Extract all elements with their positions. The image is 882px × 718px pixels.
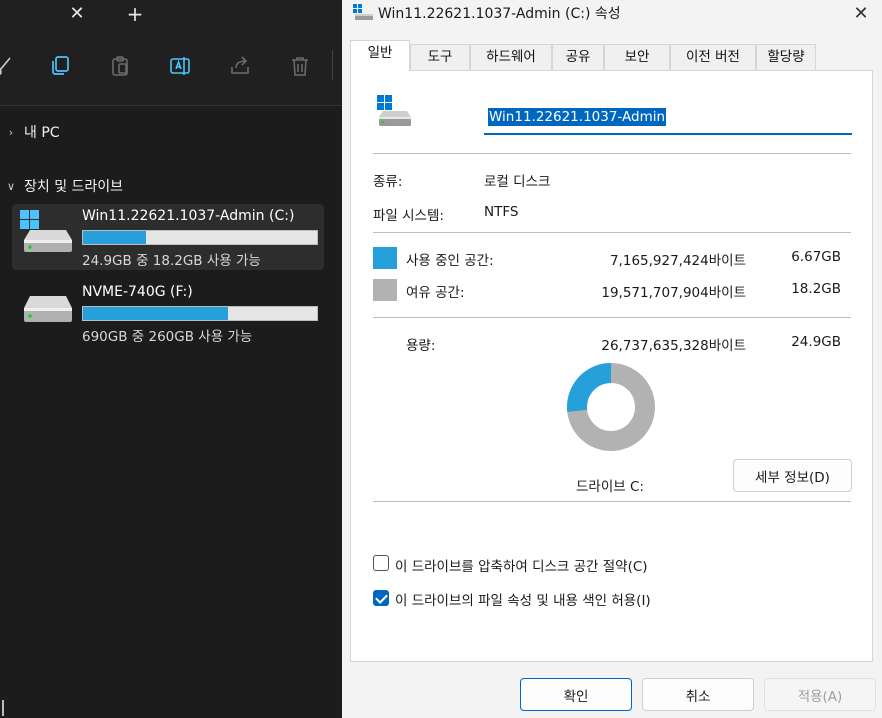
nav-item-this-pc[interactable]: › 내 PC: [0, 118, 60, 146]
capacity-label: 용량:: [406, 338, 436, 354]
text-cursor: [2, 700, 4, 716]
drive-name: Win11.22621.1037-Admin (C:): [82, 208, 295, 224]
drive-title-icon: [352, 4, 374, 22]
tab-previous-versions[interactable]: 이전 버전: [670, 44, 756, 70]
divider: [373, 501, 851, 502]
ok-button[interactable]: 확인: [520, 678, 632, 711]
windows-drive-icon: [373, 93, 413, 129]
divider: [373, 153, 851, 154]
drive-name-value: Win11.22621.1037-Admin: [488, 108, 667, 126]
file-explorer: ✕ + › 내 PC ∨ 장치 및 드라이브 Win11.22621.1037-…: [0, 0, 342, 718]
new-tab-icon[interactable]: +: [124, 3, 146, 25]
tab-bar: ✕ +: [0, 0, 342, 30]
drive-usage-bar: [82, 306, 318, 321]
drive-name-input[interactable]: Win11.22621.1037-Admin: [484, 102, 852, 135]
drive-usage-fill: [83, 231, 147, 244]
divider: [373, 232, 851, 233]
compress-drive-label[interactable]: 이 드라이브를 압축하여 디스크 공간 절약(C): [395, 555, 648, 575]
tab-quota[interactable]: 할당량: [756, 44, 816, 70]
chevron-right-icon: ›: [8, 125, 14, 139]
drive-name: NVME-740G (F:): [82, 284, 193, 300]
delete-icon[interactable]: [288, 54, 312, 78]
file-system-label: 파일 시스템:: [373, 208, 444, 224]
toolbar-separator: [332, 50, 333, 80]
dialog-titlebar[interactable]: Win11.22621.1037-Admin (C:) 속성 ✕: [342, 0, 882, 34]
tab-general[interactable]: 일반: [350, 40, 410, 71]
disk-usage-donut: [567, 363, 655, 451]
used-space-gb: 6.67GB: [791, 249, 841, 265]
index-drive-label[interactable]: 이 드라이브의 파일 속성 및 내용 색인 허용(I): [395, 589, 651, 609]
free-space-bytes: 19,571,707,904바이트: [601, 285, 746, 301]
section-label: 장치 및 드라이브: [24, 179, 124, 195]
used-space-swatch: [373, 247, 397, 269]
free-space-label: 여유 공간:: [406, 285, 465, 301]
tab-sharing[interactable]: 공유: [552, 44, 604, 70]
general-tab-page: Win11.22621.1037-Admin 종류: 로컬 디스크 파일 시스템…: [350, 70, 873, 662]
type-value: 로컬 디스크: [484, 174, 551, 190]
tab-strip: 일반 도구 하드웨어 공유 보안 이전 버전 할당량: [350, 40, 872, 71]
drive-space-text: 690GB 중 260GB 사용 가능: [82, 329, 253, 345]
share-icon[interactable]: [228, 54, 252, 78]
dialog-title: Win11.22621.1037-Admin (C:) 속성: [378, 6, 621, 22]
tab-close-icon[interactable]: ✕: [66, 3, 88, 25]
nav-item-label: 내 PC: [24, 125, 60, 141]
command-bar: [0, 30, 342, 106]
tab-hardware[interactable]: 하드웨어: [470, 44, 552, 70]
drive-caption: 드라이브 C:: [576, 479, 644, 495]
type-label: 종류:: [373, 174, 403, 190]
copy-icon[interactable]: [48, 54, 72, 78]
drive-icon: [16, 284, 76, 330]
cut-icon[interactable]: [0, 54, 16, 78]
free-space-gb: 18.2GB: [791, 281, 841, 297]
capacity-gb: 24.9GB: [791, 334, 841, 350]
paste-icon[interactable]: [108, 54, 132, 78]
tab-tools[interactable]: 도구: [410, 44, 470, 70]
drive-usage-fill: [83, 307, 229, 320]
chevron-down-icon: ∨: [6, 179, 16, 193]
divider: [373, 317, 851, 318]
rename-icon[interactable]: [168, 54, 192, 78]
index-drive-checkbox[interactable]: [373, 590, 389, 606]
file-system-value: NTFS: [484, 204, 519, 220]
used-space-bytes: 7,165,927,424바이트: [609, 253, 746, 269]
compress-drive-checkbox[interactable]: [373, 555, 389, 571]
tab-security[interactable]: 보안: [604, 44, 670, 70]
drive-usage-bar: [82, 230, 318, 245]
section-devices-and-drives[interactable]: ∨ 장치 및 드라이브: [0, 172, 123, 200]
drive-properties-dialog: Win11.22621.1037-Admin (C:) 속성 ✕ 일반 도구 하…: [342, 0, 882, 718]
drive-space-text: 24.9GB 중 18.2GB 사용 가능: [82, 253, 261, 269]
capacity-bytes: 26,737,635,328바이트: [601, 338, 746, 354]
drive-item-f[interactable]: NVME-740G (F:) 690GB 중 260GB 사용 가능: [12, 280, 324, 346]
used-space-label: 사용 중인 공간:: [406, 253, 494, 269]
windows-drive-icon: [16, 208, 76, 254]
drive-item-c[interactable]: Win11.22621.1037-Admin (C:) 24.9GB 중 18.…: [12, 204, 324, 270]
close-icon[interactable]: ✕: [848, 2, 874, 26]
details-button[interactable]: 세부 정보(D): [733, 459, 852, 492]
apply-button[interactable]: 적용(A): [764, 678, 876, 711]
free-space-swatch: [373, 279, 397, 301]
cancel-button[interactable]: 취소: [642, 678, 754, 711]
